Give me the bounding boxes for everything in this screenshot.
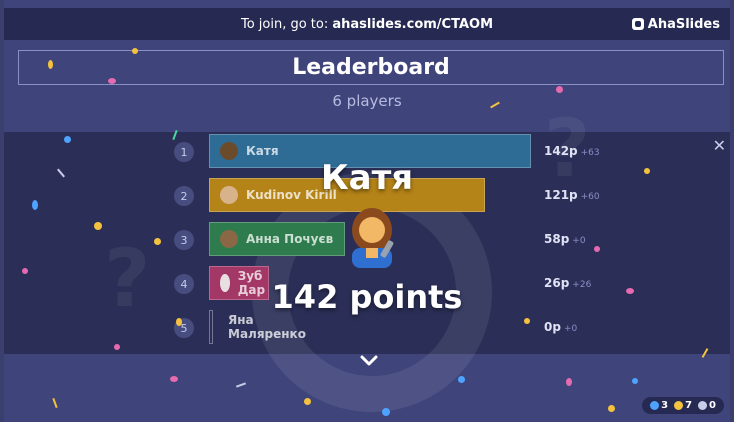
- confetti: [94, 222, 102, 230]
- confetti: [608, 405, 615, 412]
- leaderboard-title: Leaderboard: [18, 50, 724, 85]
- smiley-icon: [674, 400, 684, 410]
- rank-badge: 3: [174, 230, 194, 250]
- confetti-strip: [235, 382, 247, 388]
- audience-stat: 0: [698, 400, 716, 411]
- player-score: 0p +0: [544, 320, 578, 334]
- responses-icon: [650, 400, 660, 410]
- confetti: [48, 60, 53, 69]
- chevron-down-icon[interactable]: [359, 354, 379, 368]
- confetti: [154, 238, 161, 245]
- presentation-frame: To join, go to: ahaslides.com/CTAOM AhaS…: [4, 0, 730, 422]
- confetti: [108, 78, 116, 84]
- confetti: [170, 376, 178, 382]
- confetti: [304, 398, 311, 405]
- reactions-stat: 7: [674, 400, 692, 411]
- brand: AhaSlides: [631, 8, 720, 40]
- confetti: [114, 344, 120, 350]
- confetti: [64, 136, 71, 143]
- winner-name: Катя: [320, 158, 414, 198]
- confetti: [594, 246, 600, 252]
- confetti: [644, 168, 650, 174]
- confetti: [556, 86, 563, 93]
- audience-stats: 3 7 0: [642, 397, 724, 414]
- confetti: [458, 376, 465, 383]
- confetti: [566, 378, 572, 386]
- players-count: 6 players: [332, 92, 402, 110]
- player-score: 142p +63: [544, 144, 600, 158]
- player-name: Яна Маляренко: [228, 313, 306, 341]
- player-name: Катя: [246, 144, 279, 158]
- confetti: [382, 408, 390, 416]
- join-text: To join, go to: ahaslides.com/CTAOM: [240, 16, 494, 32]
- confetti: [524, 318, 530, 324]
- confetti: [22, 268, 28, 274]
- confetti: [632, 378, 638, 384]
- avatar: [220, 230, 238, 248]
- responses-stat: 3: [650, 400, 668, 411]
- row-bar: Анна Почуєв: [209, 222, 345, 256]
- winner-avatar-icon: [352, 208, 394, 268]
- player-score: 58p +0: [544, 232, 586, 246]
- confetti: [132, 48, 138, 54]
- confetti: [626, 288, 634, 294]
- brand-name: AhaSlides: [647, 16, 720, 32]
- join-bar: To join, go to: ahaslides.com/CTAOM AhaS…: [4, 8, 730, 40]
- confetti: [32, 200, 38, 210]
- player-name: Анна Почуєв: [246, 232, 334, 246]
- winner-points: 142 points: [271, 278, 463, 316]
- join-url[interactable]: ahaslides.com/CTAOM: [332, 17, 493, 32]
- confetti: [176, 318, 182, 326]
- ahaslides-logo-icon: [631, 18, 644, 30]
- confetti-strip: [52, 397, 58, 409]
- people-icon: [698, 400, 708, 410]
